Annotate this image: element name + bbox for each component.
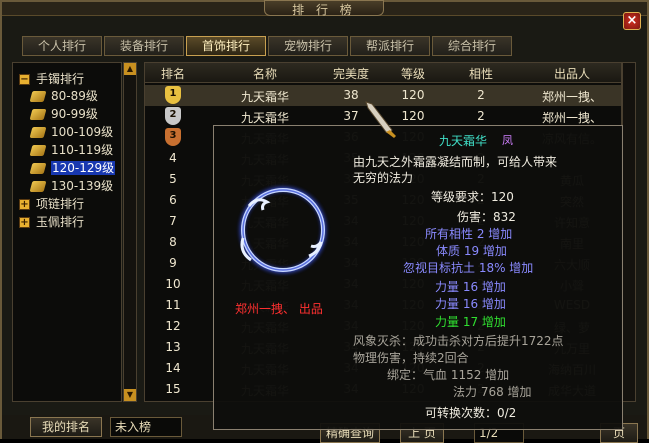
tree-item-90-99[interactable]: 90-99级 [29,106,98,123]
my-rank-value: 未入榜 [110,417,182,437]
item-desc-line1: 由九天之外霜露凝结而制，可给人带来 [353,155,558,169]
tab-equipment[interactable]: 装备排行 [104,36,184,56]
window-title: 排 行 榜 [264,0,384,17]
cell-rank: 9 [169,256,177,270]
header-level[interactable]: 等级 [391,65,435,82]
close-button[interactable]: × [623,12,641,30]
item-name: 九天霜华 [439,134,488,148]
tree-item-110-119[interactable]: 110-119级 [29,142,113,159]
tab-guild[interactable]: 帮派排行 [350,36,430,56]
book-icon [29,127,47,138]
tree-group-jade[interactable]: + 玉佩排行 [19,214,84,231]
rank-medal-icon: 1 [165,86,181,104]
scroll-up-icon[interactable]: ▲ [124,63,136,75]
cell-rank: 15 [165,382,181,396]
header-rank[interactable]: 排名 [153,65,193,82]
tree-item-120-129[interactable]: 120-129级 [29,160,116,177]
rank-medal-icon: 3 [165,128,181,146]
header-maker[interactable]: 出品人 [537,65,607,82]
item-maker: 郑州一拽、 出品 [235,302,323,316]
stat-strength-2: 力量 16 增加 [435,297,506,311]
header-name[interactable]: 名称 [225,65,305,82]
cell-rank: 13 [165,340,181,354]
stat-constitution: 体质 19 增加 [436,244,507,258]
table-scrollbar[interactable] [622,62,636,402]
category-tree: − 手镯排行 80-89级 90-99级 100-109级 110-119级 12… [12,62,122,402]
cell-rank: 12 [165,319,181,333]
cell-rank: 4 [169,151,177,165]
bracelet-icon [235,182,331,278]
item-desc-line2: 无穷的法力 [353,171,414,185]
tree-scrollbar[interactable]: ▲ ▼ [123,62,137,402]
cell-rank: 5 [169,172,177,186]
table-header: 排名 名称 完美度 等级 相性 出品人 [145,63,621,83]
tree-group-necklace[interactable]: + 项链排行 [19,196,84,213]
expand-icon[interactable]: + [19,199,30,210]
stat-ignore-earth: 忽视目标抗土 18% 增加 [403,261,534,275]
skill-line2: 物理伤害，持续2回合 [353,351,469,365]
tree-item-100-109[interactable]: 100-109级 [29,124,113,141]
book-icon [29,91,47,102]
tree-item-80-89[interactable]: 80-89级 [29,88,98,105]
book-icon [29,145,47,156]
bind-mp: 法力 768 增加 [453,385,532,399]
expand-icon[interactable]: + [19,217,30,228]
stat-strength-3: 力量 17 增加 [435,315,506,329]
collapse-icon[interactable]: − [19,74,30,85]
cell-rank: 10 [165,277,181,291]
cell-maker: 郑州一拽、 [541,111,602,125]
tab-personal[interactable]: 个人排行 [22,36,102,56]
damage: 伤害：832 [457,210,516,224]
cell-rank: 11 [165,298,181,312]
title-bar: 排 行 榜 [2,0,647,17]
cell-rank: 14 [165,361,181,375]
cell-attr: 2 [477,88,485,102]
rank-medal-icon: 2 [165,107,181,125]
book-icon [29,109,47,120]
cell-maker: 郑州一拽、 [541,90,602,104]
my-rank-button[interactable]: 我的排名 [30,417,102,437]
header-attribute[interactable]: 相性 [451,65,511,82]
bind-hp: 绑定：气血 1152 增加 [387,368,510,382]
ranking-window: 排 行 榜 × 个人排行 装备排行 首饰排行 宠物排行 帮派排行 综合排行 − 手… [0,0,649,443]
level-requirement: 等级要求：120 [431,190,514,204]
book-icon [29,163,47,174]
cell-rank: 8 [169,235,177,249]
tree-item-130-139[interactable]: 130-139级 [29,178,113,195]
header-perfection[interactable]: 完美度 [321,65,381,82]
cell-rank: 7 [169,214,177,228]
cell-name: 九天霜华 [240,111,289,125]
tab-pet[interactable]: 宠物排行 [268,36,348,56]
book-icon [29,181,47,192]
cell-rank: 6 [169,193,177,207]
sword-cursor-icon [365,101,396,138]
cell-attr: 2 [477,109,485,123]
cell-name: 九天霜华 [240,90,289,104]
stat-strength-1: 力量 16 增加 [435,280,506,294]
item-tag: 凤 [502,134,513,147]
skill-line1: 风象灭杀：成功击杀对方后提升1722点 [353,334,564,348]
tab-overall[interactable]: 综合排行 [432,36,512,56]
stat-all-attr: 所有相性 2 增加 [425,227,513,241]
scroll-down-icon[interactable]: ▼ [124,389,136,401]
tree-group-bracelet[interactable]: − 手镯排行 [19,71,84,88]
tab-jewelry[interactable]: 首饰排行 [186,36,266,56]
convert-count: 可转换次数：0/2 [425,406,517,420]
item-tooltip: 九天霜华 凤 由九天之外霜露凝结而制，可给人带来 无穷的法力 等级要求：120 … [213,125,623,430]
